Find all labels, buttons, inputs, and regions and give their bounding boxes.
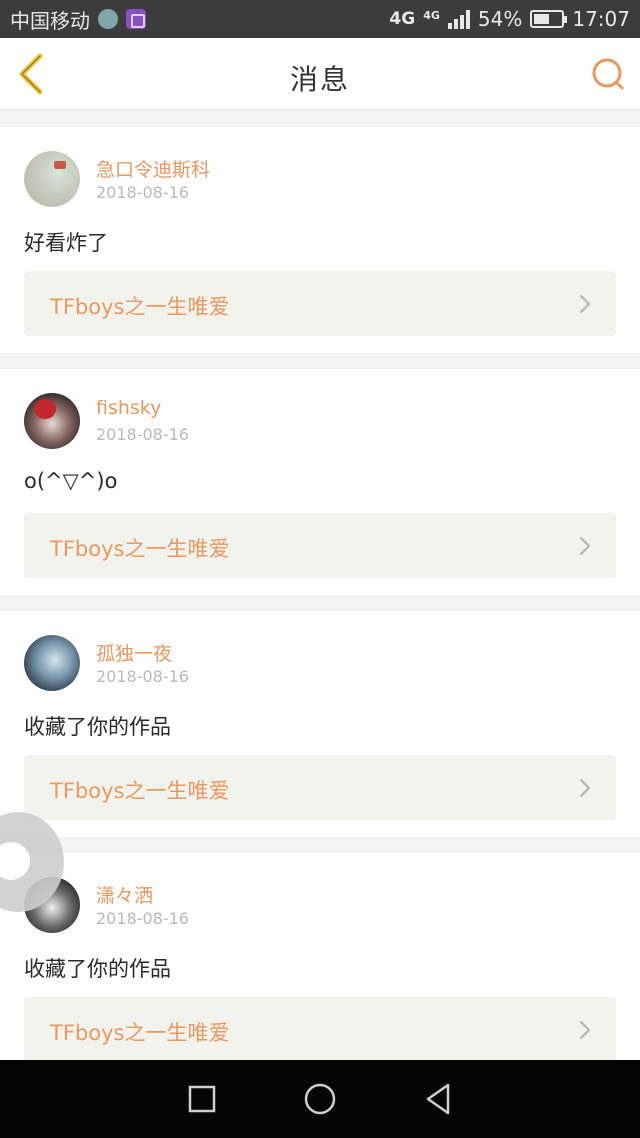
- work-link[interactable]: TFboys之一生唯爱: [24, 271, 616, 336]
- avatar[interactable]: [24, 635, 80, 691]
- message-text: 好看炸了: [24, 231, 108, 255]
- avatar[interactable]: [24, 151, 80, 207]
- page-title: 消息: [289, 63, 350, 96]
- status-bar: 中国移动 4G 4G 54% 17:07: [0, 0, 640, 38]
- system-nav-bar: [0, 1060, 640, 1138]
- message-text: o(^▽^)o: [24, 469, 118, 493]
- message-card[interactable]: fishsky 2018-08-16 o(^▽^)o TFboys之一生唯爱: [0, 369, 640, 595]
- message-list: 急口令迪斯科 2018-08-16 好看炸了 TFboys之一生唯爱 fishs…: [0, 127, 640, 1095]
- sender-name[interactable]: 孤独一夜: [96, 639, 172, 666]
- chevron-right-icon: [579, 778, 591, 798]
- carrier-name: 中国移动: [10, 8, 90, 33]
- message-card[interactable]: 孤独一夜 2018-08-16 收藏了你的作品 TFboys之一生唯爱: [0, 611, 640, 837]
- app-notification-icon: [98, 9, 118, 29]
- back-nav-icon[interactable]: [423, 1082, 453, 1116]
- message-date: 2018-08-16: [96, 909, 189, 928]
- recent-apps-icon[interactable]: [187, 1084, 217, 1114]
- work-title: TFboys之一生唯爱: [50, 295, 230, 319]
- message-card[interactable]: 潇々洒 2018-08-16 收藏了你的作品 TFboys之一生唯爱: [0, 853, 640, 1079]
- message-date: 2018-08-16: [96, 183, 189, 202]
- message-text: 收藏了你的作品: [24, 715, 171, 739]
- search-icon: [592, 58, 624, 90]
- sender-name[interactable]: 急口令迪斯科: [96, 155, 210, 182]
- app-header: 消息: [0, 38, 640, 110]
- work-title: TFboys之一生唯爱: [50, 1021, 230, 1045]
- work-link[interactable]: TFboys之一生唯爱: [24, 997, 616, 1062]
- gallery-notification-icon: [126, 9, 146, 29]
- chevron-right-icon: [579, 294, 591, 314]
- battery-percent: 54%: [477, 7, 523, 31]
- work-link[interactable]: TFboys之一生唯爱: [24, 755, 616, 820]
- network-type: 4G: [389, 9, 416, 29]
- work-title: TFboys之一生唯爱: [50, 779, 230, 803]
- avatar[interactable]: [24, 393, 80, 449]
- network-type-secondary: 4G: [423, 9, 440, 22]
- message-card[interactable]: 急口令迪斯科 2018-08-16 好看炸了 TFboys之一生唯爱: [0, 127, 640, 353]
- chevron-right-icon: [579, 1020, 591, 1040]
- home-icon[interactable]: [303, 1082, 337, 1116]
- work-link[interactable]: TFboys之一生唯爱: [24, 513, 616, 578]
- message-date: 2018-08-16: [96, 667, 189, 686]
- message-date: 2018-08-16: [96, 425, 189, 444]
- search-button[interactable]: [590, 56, 626, 92]
- signal-icon: [447, 9, 470, 29]
- sender-name[interactable]: fishsky: [96, 397, 161, 419]
- chevron-right-icon: [579, 536, 591, 556]
- sender-name[interactable]: 潇々洒: [96, 881, 153, 908]
- work-title: TFboys之一生唯爱: [50, 537, 230, 561]
- battery-icon: [530, 10, 568, 28]
- clock: 17:07: [572, 7, 630, 31]
- message-text: 收藏了你的作品: [24, 957, 171, 981]
